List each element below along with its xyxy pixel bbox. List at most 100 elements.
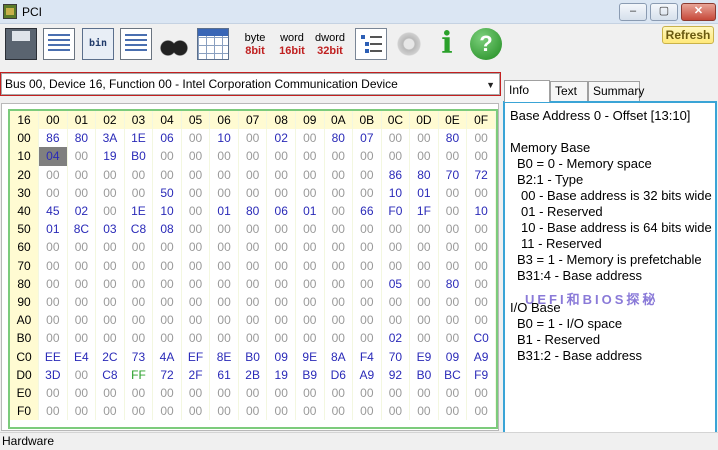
hex-cell[interactable]: 00: [209, 238, 239, 257]
hex-cell[interactable]: 00: [95, 402, 125, 421]
hex-cell[interactable]: 00: [466, 383, 496, 402]
hex-cell[interactable]: 00: [152, 329, 182, 348]
hex-cell[interactable]: B0: [124, 147, 154, 166]
hex-cell[interactable]: 00: [438, 311, 468, 330]
hex-cell[interactable]: 00: [124, 402, 154, 421]
hex-cell[interactable]: 00: [409, 129, 439, 148]
hex-cell[interactable]: F0: [381, 201, 411, 221]
hex-cell[interactable]: 00: [67, 256, 97, 275]
hex-cell[interactable]: 02: [67, 201, 97, 221]
hex-cell[interactable]: 00: [466, 402, 496, 421]
hex-cell[interactable]: 00: [181, 274, 211, 293]
hex-cell[interactable]: 00: [152, 311, 182, 330]
hex-cell[interactable]: 00: [295, 165, 325, 184]
hex-cell[interactable]: 00: [409, 292, 439, 312]
hex-cell[interactable]: 00: [181, 238, 211, 257]
hex-cell[interactable]: 00: [95, 183, 125, 202]
hex-cell[interactable]: 1E: [124, 201, 154, 221]
hex-cell[interactable]: 00: [381, 220, 411, 239]
hex-cell[interactable]: 09: [266, 347, 296, 366]
hex-cell[interactable]: 9E: [295, 347, 325, 366]
hex-cell[interactable]: 00: [152, 256, 182, 275]
hex-cell[interactable]: 00: [181, 220, 211, 239]
hex-cell[interactable]: 00: [266, 220, 296, 239]
hex-cell[interactable]: 00: [209, 147, 239, 166]
hex-cell[interactable]: 00: [295, 274, 325, 293]
hex-cell[interactable]: 00: [324, 329, 354, 348]
hex-cell[interactable]: 01: [209, 201, 239, 221]
hex-cell[interactable]: 00: [381, 383, 411, 402]
hex-cell[interactable]: 00: [324, 383, 354, 402]
hex-cell[interactable]: 05: [381, 274, 411, 293]
hex-cell[interactable]: 00: [352, 402, 382, 421]
hex-cell[interactable]: 00: [124, 256, 154, 275]
hex-cell[interactable]: 50: [152, 183, 182, 202]
hex-cell[interactable]: 2B: [238, 365, 268, 384]
hex-cell[interactable]: 00: [409, 402, 439, 421]
hex-cell[interactable]: 00: [324, 183, 354, 202]
hex-cell[interactable]: 00: [438, 183, 468, 202]
open-file-icon[interactable]: [120, 28, 152, 60]
hex-cell[interactable]: 80: [238, 201, 268, 221]
hex-cell[interactable]: EF: [181, 347, 211, 366]
hex-cell[interactable]: 00: [352, 183, 382, 202]
hex-cell[interactable]: 00: [324, 165, 354, 184]
maximize-button[interactable]: ▢: [650, 3, 678, 21]
hex-cell[interactable]: 00: [38, 383, 68, 402]
hex-cell[interactable]: 00: [466, 238, 496, 257]
hex-cell[interactable]: 00: [124, 274, 154, 293]
hex-cell[interactable]: 00: [438, 292, 468, 312]
hex-cell[interactable]: 00: [295, 129, 325, 148]
hex-cell[interactable]: F9: [466, 365, 496, 384]
hex-cell[interactable]: 00: [352, 220, 382, 239]
hex-cell[interactable]: 00: [38, 329, 68, 348]
hex-cell[interactable]: 00: [324, 201, 354, 221]
hex-cell[interactable]: 00: [352, 238, 382, 257]
hex-cell[interactable]: 00: [181, 256, 211, 275]
hex-cell[interactable]: 00: [266, 183, 296, 202]
hex-cell[interactable]: 00: [209, 329, 239, 348]
hex-cell[interactable]: 00: [409, 274, 439, 293]
hex-cell[interactable]: 00: [209, 402, 239, 421]
hex-cell[interactable]: 00: [67, 274, 97, 293]
hex-cell[interactable]: 00: [181, 129, 211, 148]
hex-cell[interactable]: FF: [124, 365, 154, 384]
hex-cell[interactable]: 00: [238, 402, 268, 421]
hex-cell[interactable]: 00: [152, 147, 182, 166]
hex-cell[interactable]: 80: [438, 129, 468, 148]
hex-cell[interactable]: 00: [124, 329, 154, 348]
gear-icon[interactable]: [393, 28, 425, 60]
dword-view-button[interactable]: dword 32bit: [311, 28, 349, 60]
hex-cell[interactable]: 66: [352, 201, 382, 221]
hex-cell[interactable]: 00: [209, 256, 239, 275]
hex-cell[interactable]: 00: [381, 402, 411, 421]
hex-cell[interactable]: 00: [266, 238, 296, 257]
hex-cell[interactable]: 73: [124, 347, 154, 366]
chevron-down-icon[interactable]: ▼: [486, 75, 495, 95]
hex-cell[interactable]: 00: [181, 292, 211, 312]
hex-cell[interactable]: 01: [409, 183, 439, 202]
hex-cell[interactable]: 00: [352, 147, 382, 166]
word-view-button[interactable]: word 16bit: [273, 28, 311, 60]
hex-cell[interactable]: 04: [38, 147, 68, 166]
hex-cell[interactable]: 00: [95, 256, 125, 275]
hex-cell[interactable]: 00: [209, 183, 239, 202]
save-icon[interactable]: [5, 28, 37, 60]
hex-cell[interactable]: 00: [438, 256, 468, 275]
hex-cell[interactable]: 00: [466, 274, 496, 293]
hex-cell[interactable]: 00: [38, 292, 68, 312]
hex-cell[interactable]: 00: [152, 165, 182, 184]
hex-cell[interactable]: 1E: [124, 129, 154, 148]
hex-cell[interactable]: 00: [324, 311, 354, 330]
hex-cell[interactable]: 00: [95, 311, 125, 330]
hex-cell[interactable]: 10: [466, 201, 496, 221]
hex-cell[interactable]: 00: [266, 147, 296, 166]
hex-cell[interactable]: 00: [324, 292, 354, 312]
close-button[interactable]: ✕: [681, 3, 716, 21]
hex-cell[interactable]: 00: [324, 147, 354, 166]
hex-cell[interactable]: 00: [324, 238, 354, 257]
hex-cell[interactable]: 00: [238, 383, 268, 402]
hex-cell[interactable]: 00: [295, 383, 325, 402]
hex-cell[interactable]: EE: [38, 347, 68, 366]
hex-cell[interactable]: 00: [352, 329, 382, 348]
